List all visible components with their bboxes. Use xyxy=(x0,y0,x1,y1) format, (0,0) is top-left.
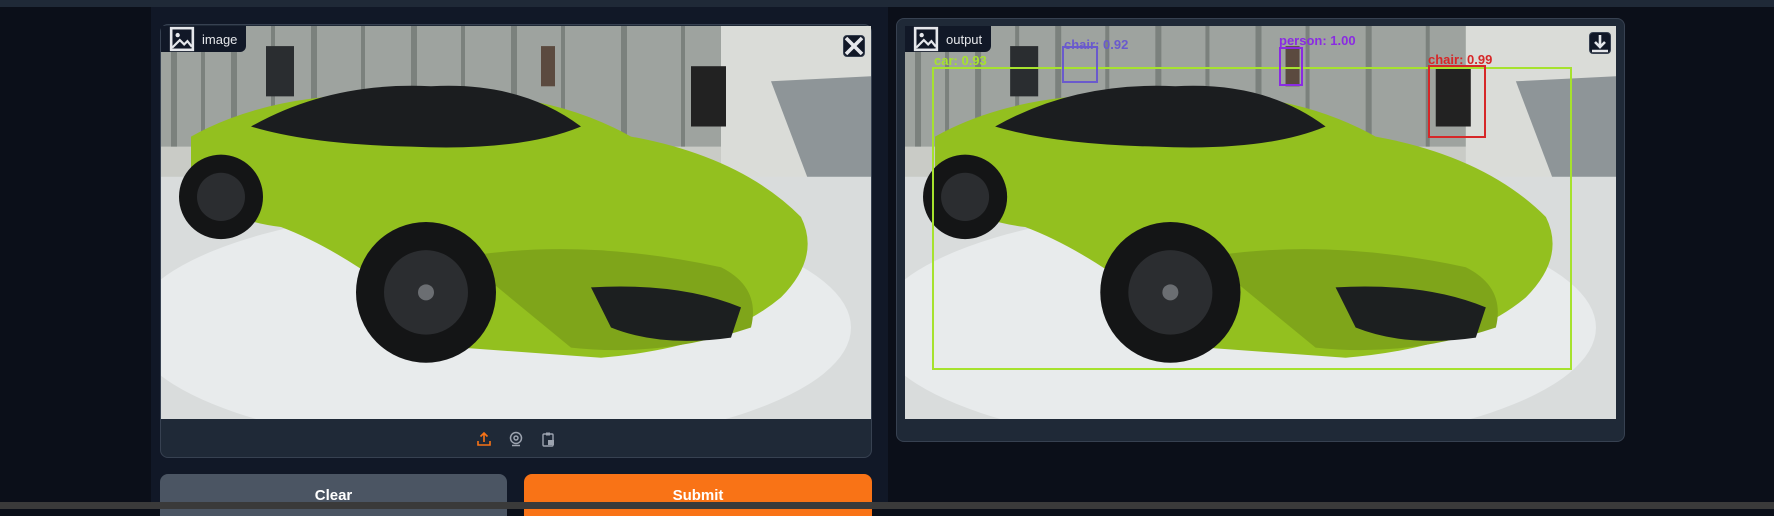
download-icon xyxy=(1592,35,1608,53)
webcam-icon xyxy=(509,431,523,446)
input-image[interactable]: image xyxy=(161,26,871,419)
detection-box-chair-2 xyxy=(1428,65,1486,138)
output-image: car: 0.93 chair: 0.92 person: 1.00 chair… xyxy=(905,26,1616,419)
paste-clipboard-button[interactable] xyxy=(538,429,558,449)
top-divider xyxy=(0,0,1774,7)
output-image-panel: car: 0.93 chair: 0.92 person: 1.00 chair… xyxy=(896,18,1625,442)
upload-button[interactable] xyxy=(474,429,494,449)
output-label-chip: output xyxy=(905,26,992,52)
detection-label-chair-2: chair: 0.99 xyxy=(1428,52,1493,67)
output-label: output xyxy=(946,31,983,47)
download-button[interactable] xyxy=(1589,32,1611,54)
detection-box-person xyxy=(1279,47,1303,86)
input-label: image xyxy=(202,31,238,47)
submit-button[interactable]: Submit xyxy=(524,474,872,516)
bottom-bar xyxy=(0,502,1774,509)
close-icon xyxy=(844,36,864,56)
webcam-button[interactable] xyxy=(506,429,526,449)
image-icon xyxy=(913,26,939,52)
input-label-chip: image xyxy=(161,26,247,52)
clear-image-button[interactable] xyxy=(843,35,865,57)
input-car-photo xyxy=(161,26,871,419)
upload-icon xyxy=(477,431,491,446)
clipboard-icon xyxy=(542,432,554,447)
image-icon xyxy=(169,26,195,52)
clear-button[interactable]: Clear xyxy=(160,474,507,516)
detection-label-chair-1: chair: 0.92 xyxy=(1064,37,1129,52)
input-image-panel: image xyxy=(160,24,872,458)
input-source-toolbar xyxy=(161,420,871,457)
detection-label-car: car: 0.93 xyxy=(934,53,987,68)
detection-label-person: person: 1.00 xyxy=(1279,33,1356,48)
